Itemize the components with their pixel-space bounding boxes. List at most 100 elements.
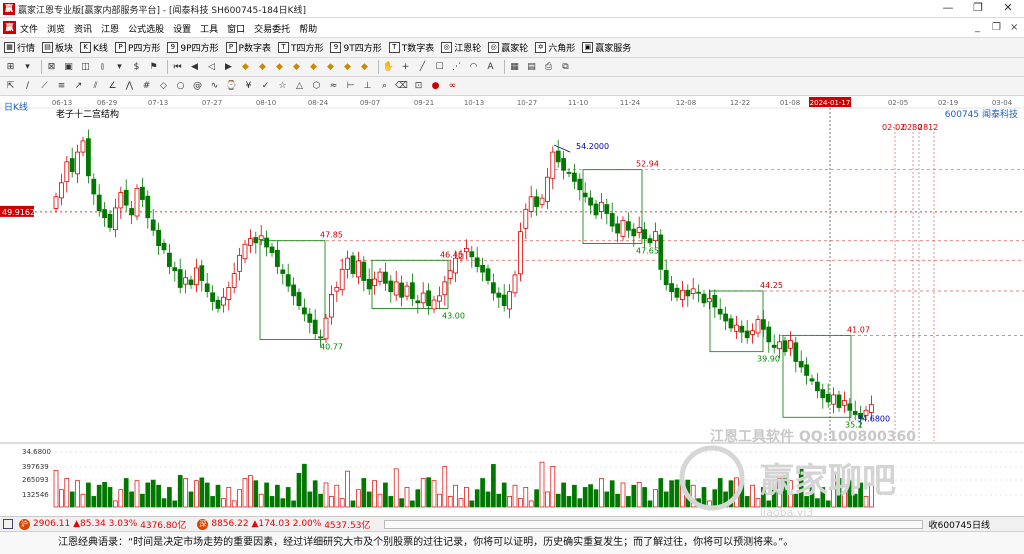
volume-bar-44 bbox=[291, 500, 296, 508]
gann-angle-icon[interactable]: ∠ bbox=[106, 80, 119, 93]
toolbar-button-3[interactable]: P P四方形 bbox=[114, 41, 160, 54]
cross-icon[interactable]: ⊠ bbox=[45, 61, 58, 74]
toolbar-button-2[interactable]: K K线 bbox=[80, 41, 108, 54]
ruler-icon[interactable]: ⊢ bbox=[344, 80, 357, 93]
toolbar-button-5[interactable]: P P数字表 bbox=[225, 41, 271, 54]
erase-icon[interactable]: ⌫ bbox=[395, 80, 408, 93]
star-icon[interactable]: ☆ bbox=[276, 80, 289, 93]
toolbar-button-9[interactable]: ◎ 江恩轮 bbox=[441, 41, 481, 54]
bar-icon[interactable]: ⫾ bbox=[96, 61, 109, 74]
next-icon[interactable]: ▶ bbox=[222, 61, 235, 74]
back-icon[interactable]: ◁ bbox=[205, 61, 218, 74]
chart-b-icon[interactable]: ▣ bbox=[62, 61, 75, 74]
menu-item-0[interactable]: 文件 bbox=[20, 22, 38, 35]
menu-item-1[interactable]: 浏览 bbox=[47, 22, 65, 35]
text-icon[interactable]: A bbox=[484, 61, 497, 74]
network-icon[interactable]: ⧉ bbox=[559, 61, 572, 74]
menu-item-6[interactable]: 工具 bbox=[200, 22, 218, 35]
spiral-icon[interactable]: @ bbox=[191, 80, 204, 93]
diamond7-icon[interactable]: ◆ bbox=[341, 61, 354, 74]
diamond6-icon[interactable]: ◆ bbox=[324, 61, 337, 74]
restore-button[interactable]: ❐ bbox=[963, 0, 993, 18]
split-icon[interactable]: ⊥ bbox=[361, 80, 374, 93]
toolbar-button-11[interactable]: ✡ 六角形 bbox=[535, 41, 575, 54]
infinity-icon[interactable]: ∞ bbox=[446, 80, 459, 93]
wave-icon[interactable]: ≈ bbox=[327, 80, 340, 93]
toolbar-button-6[interactable]: T T四方形 bbox=[277, 41, 323, 54]
menu-item-5[interactable]: 设置 bbox=[173, 22, 191, 35]
calc-icon[interactable]: ▦ bbox=[508, 61, 521, 74]
zoom-icon[interactable]: ⌕ bbox=[378, 80, 391, 93]
crosshair-icon[interactable]: + bbox=[399, 61, 412, 74]
toolbar-button-10[interactable]: ◎ 赢家轮 bbox=[488, 41, 528, 54]
menu-item-9[interactable]: 帮助 bbox=[299, 22, 317, 35]
diamond4-icon[interactable]: ◆ bbox=[290, 61, 303, 74]
menu-item-7[interactable]: 窗口 bbox=[227, 22, 245, 35]
bar-dropdown-icon[interactable]: ▾ bbox=[113, 61, 126, 74]
mdi-restore-icon[interactable]: ❐ bbox=[992, 22, 1001, 33]
segment-icon[interactable]: ∕ bbox=[21, 80, 34, 93]
first-icon[interactable]: ⏮ bbox=[171, 61, 184, 74]
price-icon[interactable]: ¥ bbox=[242, 80, 255, 93]
arc-icon[interactable]: ◠ bbox=[467, 61, 480, 74]
toolbar-label-0: 行情 bbox=[17, 44, 36, 54]
fib-icon[interactable]: ≡ bbox=[55, 80, 68, 93]
save-icon[interactable]: ▤ bbox=[525, 61, 538, 74]
status-scrollbar[interactable] bbox=[384, 519, 923, 529]
menu-item-2[interactable]: 资讯 bbox=[74, 22, 92, 35]
candle-136 bbox=[788, 340, 793, 349]
toolbar-button-7[interactable]: 9 9T四方形 bbox=[330, 41, 382, 54]
menu-item-4[interactable]: 公式选股 bbox=[128, 22, 164, 35]
cursor-icon[interactable]: ⇱ bbox=[4, 80, 17, 93]
toolbar-button-4[interactable]: 9 9P四方形 bbox=[167, 41, 219, 54]
square-icon[interactable]: ◇ bbox=[157, 80, 170, 93]
mdi-close-icon[interactable]: × bbox=[1010, 22, 1018, 33]
tri-icon[interactable]: △ bbox=[293, 80, 306, 93]
hex-icon[interactable]: ⬡ bbox=[310, 80, 323, 93]
cycle-icon[interactable]: ∿ bbox=[208, 80, 221, 93]
hand-icon[interactable]: ✋ bbox=[382, 61, 395, 74]
kline-chart[interactable]: 06-13 06-29 07-13 07-27 08-10 08-24 09-07 09-21… bbox=[0, 96, 1024, 519]
annotation-5: 43.00 bbox=[442, 311, 465, 320]
chart-canvas[interactable]: 06-13 06-29 07-13 07-27 08-10 08-24 09-07 09-21… bbox=[0, 96, 1024, 519]
diamond2-icon[interactable]: ◆ bbox=[256, 61, 269, 74]
sz-index[interactable]: 深 8856.22 ▲174.03 2.00% 4537.53亿 bbox=[194, 518, 370, 531]
menu-item-3[interactable]: 江恩 bbox=[101, 22, 119, 35]
print-icon[interactable]: ⎙ bbox=[542, 61, 555, 74]
volume-bar-129 bbox=[750, 484, 755, 508]
fan-icon[interactable]: ⋰ bbox=[450, 61, 463, 74]
menu-item-8[interactable]: 交易委托 bbox=[254, 22, 290, 35]
diamond5-icon[interactable]: ◆ bbox=[307, 61, 320, 74]
minimize-button[interactable]: — bbox=[933, 0, 963, 18]
circle-icon[interactable]: ○ bbox=[174, 80, 187, 93]
toolbar-button-12[interactable]: ▣ 赢家服务 bbox=[582, 41, 631, 54]
diamond1-icon[interactable]: ◆ bbox=[239, 61, 252, 74]
box-icon[interactable]: ☐ bbox=[433, 61, 446, 74]
chart-c-icon[interactable]: ◫ bbox=[79, 61, 92, 74]
mark-icon[interactable]: ✓ bbox=[259, 80, 272, 93]
toolbar-button-1[interactable]: ▤ 板块 bbox=[42, 41, 73, 54]
time-icon[interactable]: ⌚ bbox=[225, 80, 238, 93]
mdi-minimize-icon[interactable]: _ bbox=[975, 22, 980, 33]
status-menu-icon[interactable] bbox=[3, 519, 13, 529]
arrow-icon[interactable]: ↗ bbox=[72, 80, 85, 93]
ball-icon[interactable]: ● bbox=[429, 80, 442, 93]
volume-bar-4 bbox=[75, 480, 80, 508]
lock-icon[interactable]: ⊡ bbox=[412, 80, 425, 93]
line-icon[interactable]: ╱ bbox=[416, 61, 429, 74]
prev-icon[interactable]: ◀ bbox=[188, 61, 201, 74]
close-button[interactable]: ✕ bbox=[993, 0, 1023, 18]
dropdown-icon[interactable]: ▾ bbox=[21, 61, 34, 74]
ray-icon[interactable]: ⟋ bbox=[38, 80, 51, 93]
grid-icon[interactable]: ⊞ bbox=[4, 61, 17, 74]
gann-grid-icon[interactable]: # bbox=[140, 80, 153, 93]
sh-index[interactable]: 沪 2906.11 ▲85.34 3.03% 4376.80亿 bbox=[16, 518, 186, 531]
diamond3-icon[interactable]: ◆ bbox=[273, 61, 286, 74]
gann-fan-icon[interactable]: ⋀ bbox=[123, 80, 136, 93]
toolbar-button-0[interactable]: ▦ 行情 bbox=[4, 41, 35, 54]
flag-icon[interactable]: ⚑ bbox=[147, 61, 160, 74]
diamond8-icon[interactable]: ◆ bbox=[358, 61, 371, 74]
num-icon[interactable]: $ bbox=[130, 61, 143, 74]
channel-icon[interactable]: ⫽ bbox=[89, 80, 102, 93]
toolbar-button-8[interactable]: T T数字表 bbox=[388, 41, 434, 54]
